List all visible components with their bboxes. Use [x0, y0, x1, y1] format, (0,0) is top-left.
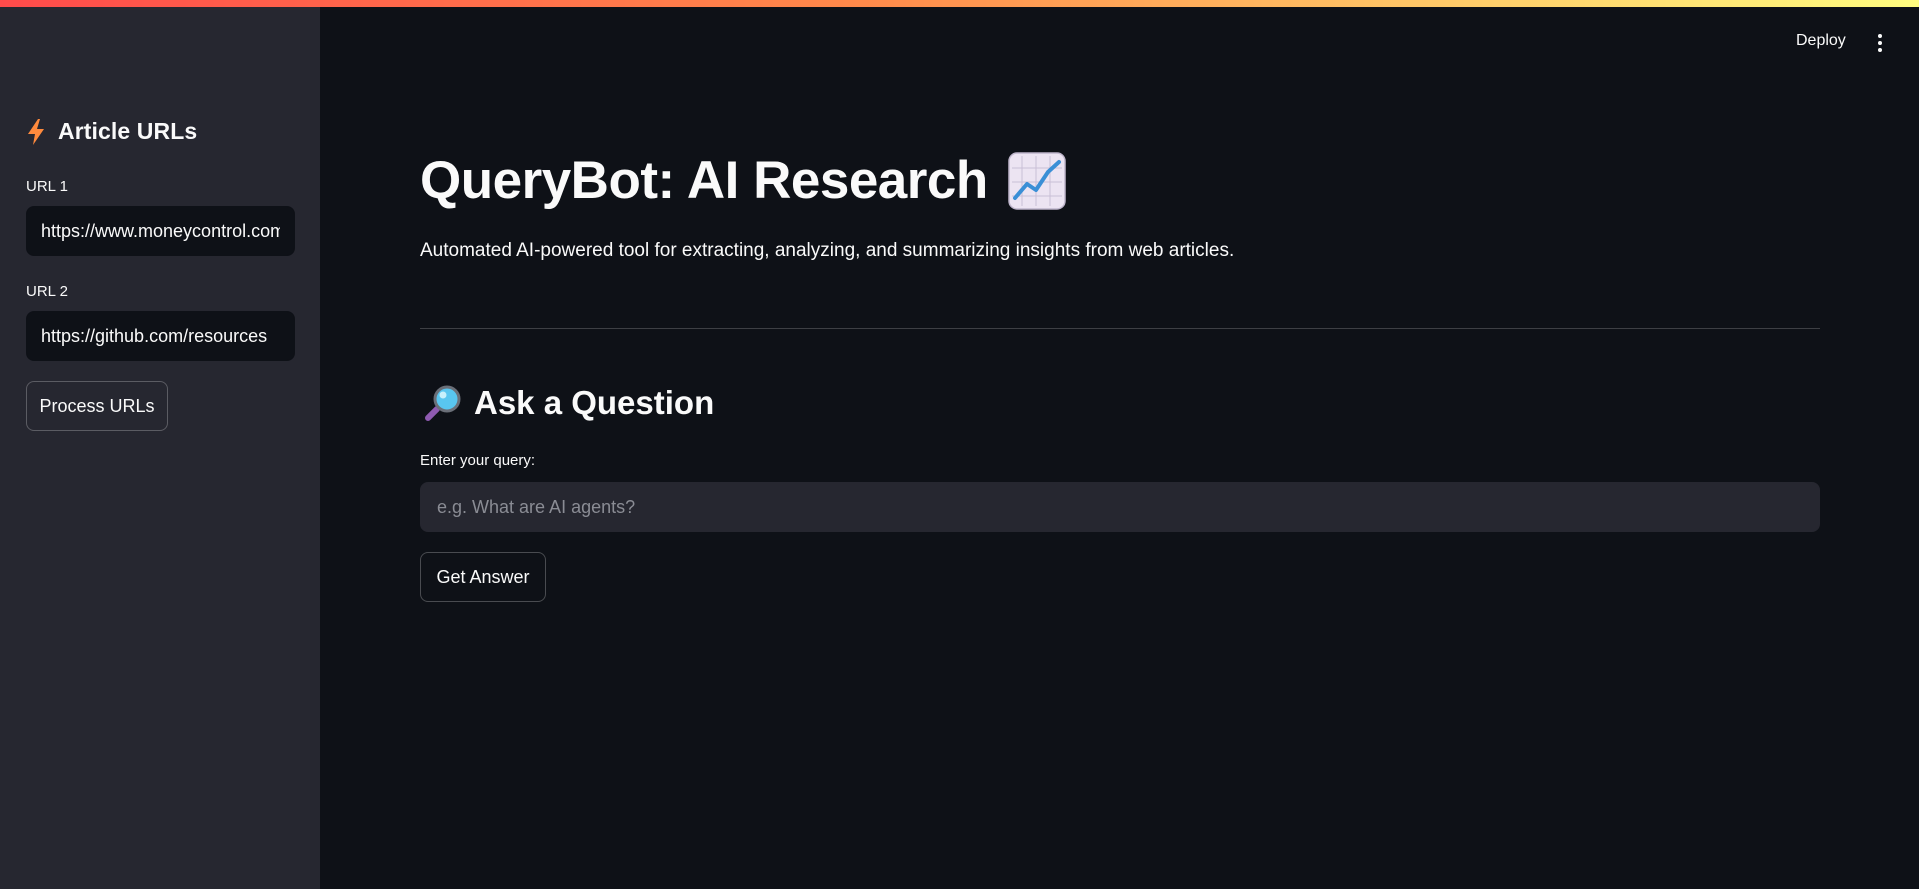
page-title: QueryBot: AI Research	[420, 150, 1066, 211]
sidebar-title: Article URLs	[58, 118, 198, 144]
url-2-label: URL 2	[26, 283, 68, 300]
lightning-bolt-icon	[28, 118, 44, 145]
section-title: Ask a Question	[424, 384, 714, 422]
url-2-input[interactable]	[26, 311, 295, 361]
query-input[interactable]	[420, 482, 1820, 532]
url-1-label: URL 1	[26, 178, 68, 195]
page-title-text: QueryBot: AI Research	[420, 151, 988, 210]
page-description: Automated AI-powered tool for extracting…	[420, 240, 1235, 261]
kebab-menu-icon[interactable]	[1872, 31, 1888, 55]
section-title-text: Ask a Question	[474, 384, 715, 421]
deploy-button[interactable]: Deploy	[1796, 32, 1846, 50]
sidebar: Article URLs URL 1 URL 2 Process URLs	[0, 0, 320, 889]
process-urls-button[interactable]: Process URLs	[26, 381, 168, 431]
chart-increasing-icon	[1008, 151, 1066, 210]
url-1-input[interactable]	[26, 206, 295, 256]
query-label: Enter your query:	[420, 452, 536, 469]
divider	[420, 328, 1820, 329]
header-accent-bar	[0, 0, 1919, 7]
sidebar-header: Article URLs	[26, 118, 197, 145]
magnifying-glass-icon	[425, 385, 461, 421]
get-answer-button[interactable]: Get Answer	[420, 552, 546, 602]
